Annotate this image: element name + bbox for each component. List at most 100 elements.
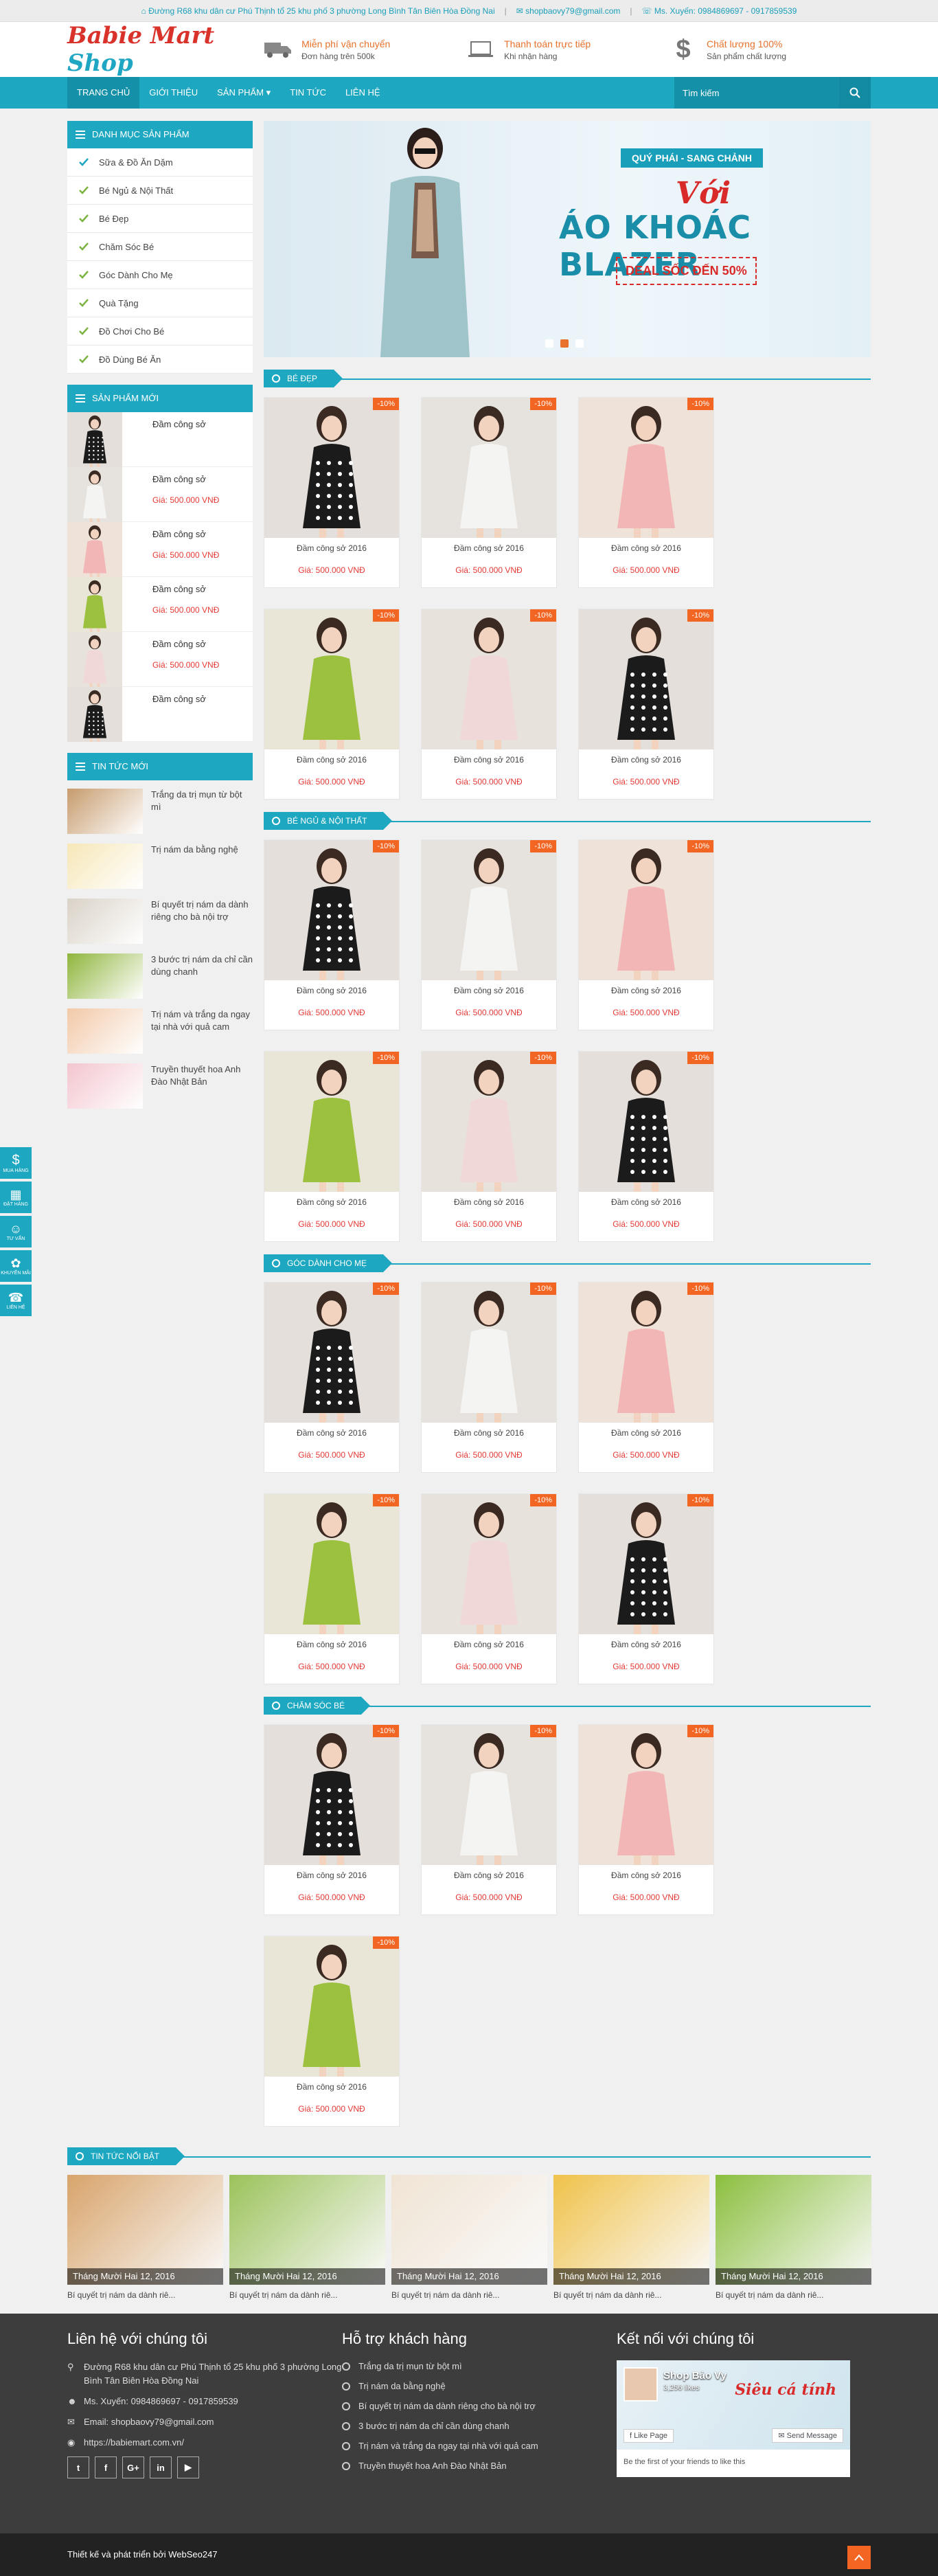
product-name[interactable]: Đầm công sở 2016 bbox=[579, 1640, 713, 1649]
product-image[interactable]: -10% bbox=[422, 398, 556, 538]
featured-news-image[interactable]: Tháng Mười Hai 12, 2016 bbox=[391, 2175, 547, 2285]
product-name[interactable]: Đầm công sở bbox=[152, 694, 206, 704]
category-item[interactable]: Sữa & Đồ Ăn Dặm bbox=[67, 148, 253, 177]
news-title[interactable]: Trị nám da bằng nghệ bbox=[151, 844, 238, 890]
product-image[interactable]: -10% bbox=[422, 1283, 556, 1423]
product-name[interactable]: Đầm công sở 2016 bbox=[422, 1640, 556, 1649]
category-item[interactable]: Bé Đẹp bbox=[67, 205, 253, 233]
nav-home[interactable]: TRANG CHỦ bbox=[67, 77, 140, 109]
product-image[interactable]: -10% bbox=[422, 1052, 556, 1192]
support-link[interactable]: Bí quyết trị nám da dành riêng cho bà nộ… bbox=[342, 2400, 617, 2413]
featured-news-card[interactable]: Tháng Mười Hai 12, 2016 Bí quyết trị nám … bbox=[553, 2175, 709, 2300]
category-label[interactable]: Đồ Chơi Cho Bé bbox=[99, 326, 164, 337]
nav-products[interactable]: SẢN PHẨM ▾ bbox=[207, 77, 280, 109]
product-name[interactable]: Đầm công sở 2016 bbox=[422, 1197, 556, 1207]
product-card[interactable]: -10% Đầm công sở 2016 Giá: 500.000 VNĐ bbox=[264, 1724, 400, 1915]
section-title[interactable]: GÓC DÀNH CHO MẸ bbox=[264, 1254, 393, 1272]
chevron-up-icon[interactable] bbox=[854, 2554, 864, 2561]
section-title[interactable]: CHĂM SÓC BÉ bbox=[264, 1697, 371, 1715]
nav-contact[interactable]: LIÊN HỆ bbox=[336, 77, 390, 109]
category-label[interactable]: Đồ Dùng Bé Ăn bbox=[99, 354, 161, 365]
product-name[interactable]: Đầm công sở 2016 bbox=[579, 1428, 713, 1438]
product-thumbnail[interactable] bbox=[67, 687, 122, 742]
category-label[interactable]: Sữa & Đồ Ăn Dặm bbox=[99, 157, 173, 168]
support-link-label[interactable]: Bí quyết trị nám da dành riêng cho bà nộ… bbox=[358, 2400, 536, 2413]
product-name[interactable]: Đầm công sở 2016 bbox=[264, 986, 399, 995]
product-name[interactable]: Đầm công sở 2016 bbox=[264, 755, 399, 765]
fb-like-label[interactable]: Like Page bbox=[634, 2432, 667, 2440]
category-item[interactable]: Quà Tặng bbox=[67, 289, 253, 317]
support-link-label[interactable]: 3 bước trị nám da chỉ cần dùng chanh bbox=[358, 2420, 510, 2432]
logo-part1[interactable]: Babie Mart bbox=[67, 22, 214, 49]
product-thumbnail[interactable] bbox=[67, 467, 122, 522]
product-card[interactable]: -10% Đầm công sở 2016 Giá: 500.000 VNĐ bbox=[578, 1282, 714, 1473]
consult-button[interactable]: ☺ TƯ VẤN bbox=[0, 1216, 32, 1247]
news-thumbnail[interactable] bbox=[67, 1008, 143, 1054]
logo[interactable]: Babie Mart Shop bbox=[67, 22, 263, 77]
product-card[interactable]: -10% Đầm công sở 2016 Giá: 500.000 VNĐ bbox=[264, 1282, 400, 1473]
section-title[interactable]: BÉ NGỦ & NỘI THẤT bbox=[264, 812, 393, 830]
back-to-top-button[interactable] bbox=[847, 2546, 871, 2569]
featured-news-title[interactable]: Bí quyết trị nám da dành riê... bbox=[391, 2290, 547, 2300]
support-link[interactable]: Truyền thuyết hoa Anh Đào Nhật Bản bbox=[342, 2460, 617, 2472]
section-title-label[interactable]: BÉ ĐẸP bbox=[287, 374, 317, 383]
product-image[interactable]: -10% bbox=[579, 1052, 713, 1192]
featured-news-image[interactable]: Tháng Mười Hai 12, 2016 bbox=[67, 2175, 223, 2285]
product-name[interactable]: Đầm công sở bbox=[152, 419, 206, 429]
footer-website[interactable]: ◉ https://babiemart.com.vn/ bbox=[67, 2436, 342, 2450]
news-title[interactable]: 3 bước trị nám da chỉ cần dùng chanh bbox=[151, 953, 253, 1000]
product-image[interactable]: -10% bbox=[579, 398, 713, 538]
buy-button[interactable]: $ MUA HÀNG bbox=[0, 1147, 32, 1179]
product-image[interactable]: -10% bbox=[422, 1494, 556, 1634]
product-name[interactable]: Đầm công sở 2016 bbox=[579, 755, 713, 765]
product-image[interactable]: -10% bbox=[422, 609, 556, 749]
product-card[interactable]: -10% Đầm công sở 2016 Giá: 500.000 VNĐ bbox=[578, 1493, 714, 1684]
promo-button[interactable]: ✿ KHUYẾN MÃI bbox=[0, 1250, 32, 1282]
hero-banner[interactable]: QUÝ PHÁI - SANG CHẢNH Với ÁO KHOÁC BLAZE… bbox=[264, 121, 871, 357]
section-title-label[interactable]: GÓC DÀNH CHO MẸ bbox=[287, 1258, 367, 1268]
product-name[interactable]: Đầm công sở bbox=[152, 584, 219, 594]
product-thumbnail[interactable] bbox=[67, 412, 122, 467]
news-item[interactable]: 3 bước trị nám da chỉ cần dùng chanh bbox=[67, 949, 253, 1004]
product-card[interactable]: -10% Đầm công sở 2016 Giá: 500.000 VNĐ bbox=[578, 397, 714, 588]
product-image[interactable]: -10% bbox=[264, 1283, 399, 1423]
youtube-icon[interactable]: ▶ bbox=[177, 2456, 199, 2478]
product-card[interactable]: -10% Đầm công sở 2016 Giá: 500.000 VNĐ bbox=[421, 1051, 557, 1242]
footer-website-text[interactable]: https://babiemart.com.vn/ bbox=[84, 2436, 184, 2450]
product-name[interactable]: Đầm công sở 2016 bbox=[264, 2082, 399, 2092]
product-image[interactable]: -10% bbox=[579, 609, 713, 749]
category-label[interactable]: Quà Tặng bbox=[99, 298, 139, 308]
product-name[interactable]: Đầm công sở 2016 bbox=[422, 1871, 556, 1880]
product-thumbnail[interactable] bbox=[67, 632, 122, 687]
email-link[interactable]: ✉ shopbaovy79@gmail.com bbox=[516, 0, 621, 22]
google-plus-icon[interactable]: G+ bbox=[122, 2456, 144, 2478]
logo-part2[interactable]: Shop bbox=[67, 49, 133, 77]
news-thumbnail[interactable] bbox=[67, 953, 143, 999]
product-image[interactable]: -10% bbox=[264, 609, 399, 749]
fb-message-button[interactable]: ✉ Send Message bbox=[772, 2428, 843, 2443]
facebook-cover[interactable]: Shop Bảo Vy 3,256 likes Siêu cá tính f L… bbox=[617, 2360, 850, 2450]
twitter-icon[interactable]: t bbox=[67, 2456, 89, 2478]
product-image[interactable]: -10% bbox=[579, 1725, 713, 1865]
category-label[interactable]: Chăm Sóc Bé bbox=[99, 242, 154, 252]
news-item[interactable]: Bí quyết trị nám da dành riêng cho bà nộ… bbox=[67, 894, 253, 949]
product-image[interactable]: -10% bbox=[422, 1725, 556, 1865]
product-image[interactable]: -10% bbox=[264, 1936, 399, 2077]
category-label[interactable]: Bé Đẹp bbox=[99, 214, 128, 224]
product-card[interactable]: -10% Đầm công sở 2016 Giá: 500.000 VNĐ bbox=[578, 609, 714, 800]
product-name[interactable]: Đầm công sở 2016 bbox=[422, 543, 556, 553]
product-name[interactable]: Đầm công sở bbox=[152, 639, 219, 649]
news-item[interactable]: Trị nám da bằng nghệ bbox=[67, 839, 253, 894]
product-image[interactable]: -10% bbox=[264, 1052, 399, 1192]
new-product-item[interactable]: Đầm công sở Giá: 500.000 VNĐ bbox=[67, 632, 253, 687]
linkedin-icon[interactable]: in bbox=[150, 2456, 172, 2478]
product-card[interactable]: -10% Đầm công sở 2016 Giá: 500.000 VNĐ bbox=[264, 1936, 400, 2127]
product-card[interactable]: -10% Đầm công sở 2016 Giá: 500.000 VNĐ bbox=[264, 397, 400, 588]
product-name[interactable]: Đầm công sở 2016 bbox=[422, 755, 556, 765]
product-image[interactable]: -10% bbox=[264, 398, 399, 538]
product-card[interactable]: -10% Đầm công sở 2016 Giá: 500.000 VNĐ bbox=[421, 397, 557, 588]
slider-dot[interactable] bbox=[545, 339, 553, 348]
product-image[interactable]: -10% bbox=[579, 1494, 713, 1634]
featured-news-card[interactable]: Tháng Mười Hai 12, 2016 Bí quyết trị nám … bbox=[229, 2175, 385, 2300]
featured-news-title[interactable]: Bí quyết trị nám da dành riê... bbox=[553, 2290, 709, 2300]
